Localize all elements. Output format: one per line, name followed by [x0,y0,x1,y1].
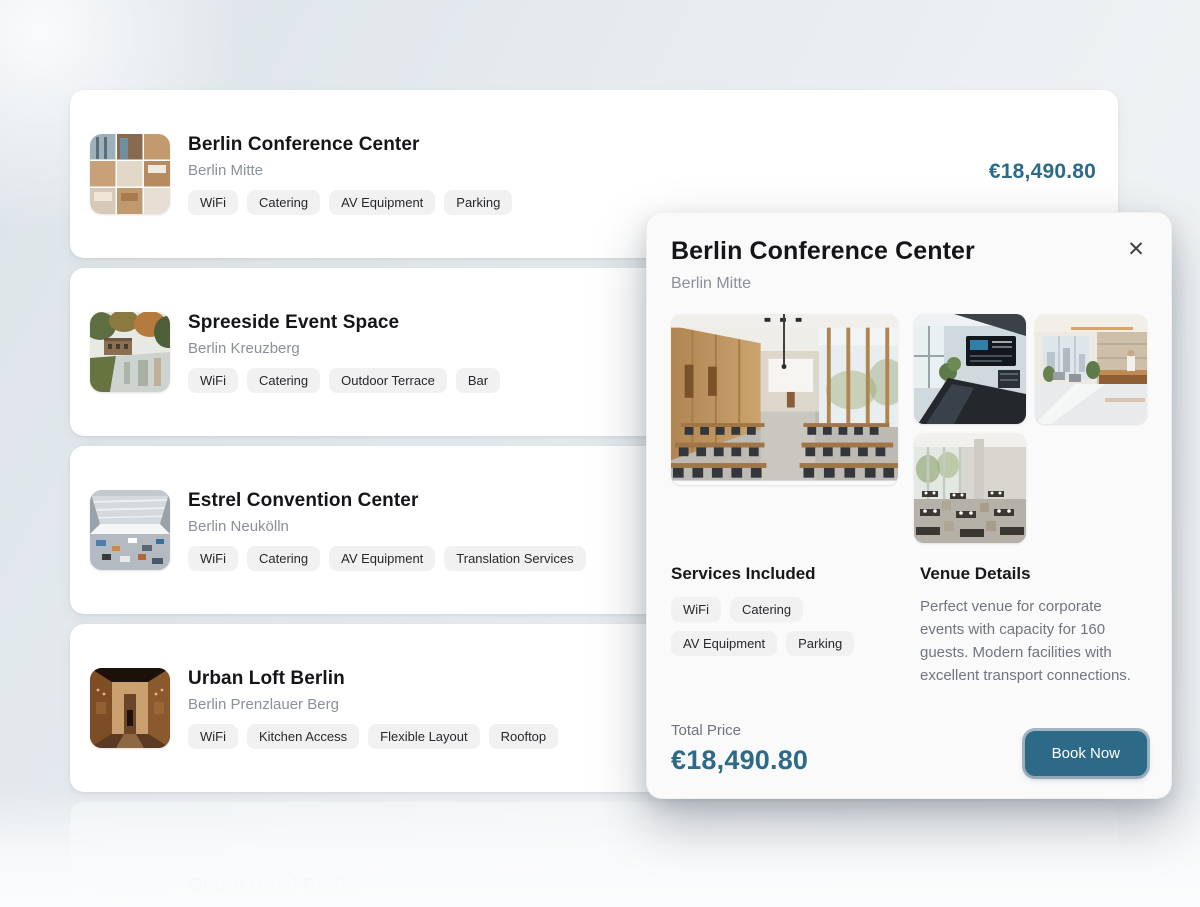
amenity-tag: Kitchen Access [247,724,359,749]
services-included-heading: Services Included [671,564,904,584]
modal-title: Berlin Conference Center [671,237,1147,266]
meeting-room-photo [914,314,1026,424]
total-price-label: Total Price [671,722,808,739]
close-icon[interactable]: ✕ [1123,237,1149,263]
service-tag: Catering [730,597,803,622]
service-tag: AV Equipment [671,631,777,656]
amenity-tag: AV Equipment [329,190,435,215]
amenity-tag: Bar [456,368,500,393]
amenity-tag: Catering [247,190,320,215]
restaurant-photo [914,433,1026,543]
amenity-tag: WiFi [188,546,238,571]
lobby-photo [1035,314,1147,424]
venue-thumbnail-loft-image [90,668,170,748]
amenity-tag: WiFi [188,190,238,215]
main-hall-photo [671,314,898,485]
total-price-block: Total Price €18,490.80 [671,722,808,776]
amenity-tag: Rooftop [489,724,559,749]
photo-gallery [671,314,1147,543]
total-price-value: €18,490.80 [671,745,808,776]
venue-detail-modal: ✕ Berlin Conference Center Berlin Mitte [646,212,1172,799]
venue-details-text: Perfect venue for corporate events with … [920,595,1147,687]
venue-thumbnail-exhibition-hall-image [90,490,170,570]
service-tag: WiFi [671,597,721,622]
venue-location: Berlin Mitte [188,162,969,179]
amenity-tag: Flexible Layout [368,724,479,749]
amenity-tags: WiFi Catering AV Equipment Parking [188,190,969,215]
amenity-tag: Catering [247,368,320,393]
amenity-tag: Outdoor Terrace [329,368,447,393]
venue-thumbnail-placeholder [90,869,170,903]
venue-name: Grand Hotel Berlin [188,875,1096,897]
modal-subtitle: Berlin Mitte [671,275,1147,293]
amenity-tag: Catering [247,546,320,571]
amenity-tag: WiFi [188,368,238,393]
services-pills: WiFi Catering AV Equipment Parking [671,597,904,656]
book-now-button[interactable]: Book Now [1025,731,1147,776]
venue-name: Berlin Conference Center [188,134,969,156]
venue-details-heading: Venue Details [920,564,1147,584]
amenity-tag: WiFi [188,724,238,749]
venue-card-grand-hotel-berlin[interactable]: Grand Hotel Berlin [70,802,1118,907]
gallery-side-photos [914,314,1147,543]
amenity-tag: Parking [444,190,512,215]
venue-thumbnail-collage-image [90,134,170,214]
amenity-tag: Translation Services [444,546,585,571]
venue-booking-page: Berlin Conference Center Berlin Mitte Wi… [0,0,1200,907]
venue-price: €18,490.80 [989,160,1096,184]
venue-thumbnail-riverside-image [90,312,170,392]
amenity-tag: AV Equipment [329,546,435,571]
service-tag: Parking [786,631,854,656]
